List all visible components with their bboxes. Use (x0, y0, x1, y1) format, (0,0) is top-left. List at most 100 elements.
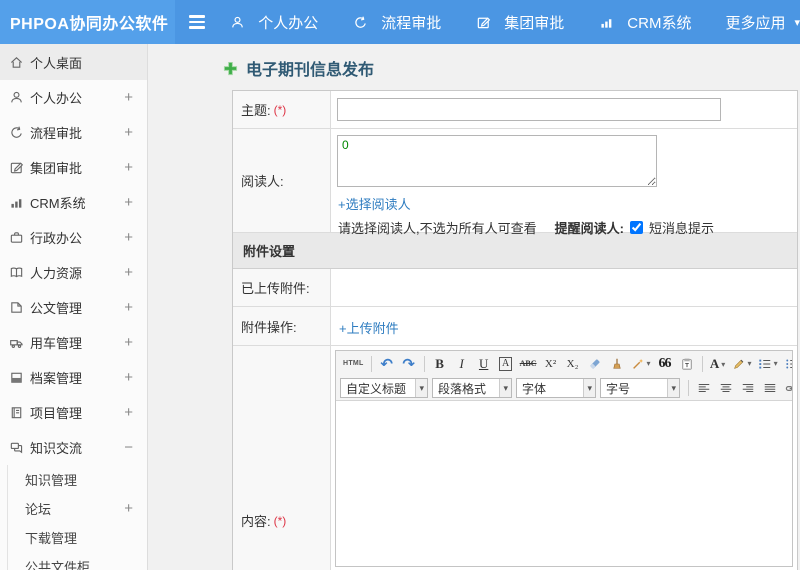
paste-text-button[interactable] (677, 354, 697, 374)
ordered-list-button[interactable]: ▾ (756, 354, 780, 374)
sidebar-item-group-approval[interactable]: 集团审批 + (0, 150, 147, 185)
font-color-button[interactable]: A ▾ (708, 354, 728, 374)
editor-body[interactable] (336, 401, 792, 566)
sms-remind-checkbox[interactable] (629, 221, 643, 234)
publish-form: 主题: (*) 阅读人: 0 +选择阅读人 请选择阅读人,不选为所有人可查看 提… (232, 90, 798, 570)
sidebar-item-archive-management[interactable]: 档案管理 + (0, 360, 147, 395)
collapse-toggle[interactable]: − (124, 439, 133, 456)
sidebar-item-personal-desktop[interactable]: 个人桌面 (0, 44, 147, 80)
expand-toggle[interactable]: + (124, 229, 133, 246)
sidebar-item-document-management[interactable]: 公文管理 + (0, 290, 147, 325)
align-left-icon (698, 383, 710, 393)
nav-label: 流程审批 (381, 14, 442, 32)
justify-button[interactable] (760, 378, 780, 398)
sidebar-subitem-forum[interactable]: 论坛 + (8, 494, 147, 523)
align-right-button[interactable] (738, 378, 758, 398)
sidebar-item-workflow-approval[interactable]: 流程审批 + (0, 115, 147, 150)
sidebar-item-vehicle-management[interactable]: 用车管理 + (0, 325, 147, 360)
subject-input[interactable] (337, 98, 721, 121)
sidebar-item-personal-office[interactable]: 个人办公 + (0, 80, 147, 115)
readers-textarea[interactable]: 0 (337, 135, 657, 187)
nav-personal-office[interactable]: 个人办公 (229, 12, 318, 33)
align-center-button[interactable] (716, 378, 736, 398)
nav-more-apps[interactable]: 更多应用 ▾ (725, 12, 800, 33)
eraser-icon (589, 358, 600, 369)
sidebar-item-knowledge-exchange[interactable]: 知识交流 − (0, 430, 147, 465)
sidebar-item-label: 集团审批 (30, 161, 83, 176)
sidebar-subitem-label: 知识管理 (25, 473, 78, 488)
highlight-color-button[interactable]: ▾ (730, 354, 754, 374)
align-center-icon (720, 383, 732, 393)
app-logo: PHPOA协同办公软件 (0, 0, 175, 44)
caret-down-icon: ▾ (583, 379, 595, 397)
heading-select[interactable]: 自定义标题 ▾ (340, 378, 428, 398)
sidebar-subitem-label: 公共文件柜 (25, 560, 91, 570)
remove-format-button[interactable] (585, 354, 605, 374)
font-color-a: A (709, 355, 720, 371)
sidebar-item-label: 个人办公 (30, 91, 83, 106)
sms-remind-label: 短消息提示 (648, 221, 714, 236)
font-size-select[interactable]: 字号 ▾ (600, 378, 680, 398)
expand-toggle[interactable]: + (124, 299, 133, 316)
upload-attachment-link[interactable]: +上传附件 (339, 318, 399, 337)
expand-toggle[interactable]: + (124, 194, 133, 211)
person-icon (229, 14, 245, 30)
expand-toggle[interactable]: + (124, 500, 133, 517)
caret-down-icon: ▾ (773, 359, 778, 368)
person-icon (8, 90, 24, 106)
bar-chart-icon (598, 14, 614, 30)
form-row-subject: 主题: (*) (233, 91, 797, 129)
format-brush-button[interactable] (607, 354, 627, 374)
caret-down-icon: ▾ (646, 359, 651, 368)
caret-down-icon: ▾ (499, 379, 511, 397)
unordered-list-button[interactable] (782, 354, 792, 374)
expand-toggle[interactable]: + (124, 124, 133, 141)
nav-group-approval[interactable]: 集团审批 (475, 12, 564, 33)
expand-toggle[interactable]: + (124, 89, 133, 106)
italic-button[interactable]: I (452, 354, 472, 374)
strikethrough-button[interactable]: ABC (518, 354, 539, 374)
link-button[interactable] (782, 378, 792, 398)
undo-button[interactable]: ↶ (377, 354, 397, 374)
font-family-select[interactable]: 字体 ▾ (516, 378, 596, 398)
label-text: 附件操作: (241, 319, 297, 335)
expand-toggle[interactable]: + (124, 404, 133, 421)
subscript-button[interactable]: X₂ (563, 354, 583, 374)
menu-icon[interactable] (188, 12, 206, 32)
char-border-button[interactable]: A (496, 354, 516, 374)
required-mark: (*) (273, 513, 287, 528)
superscript-button[interactable]: X² (541, 354, 561, 374)
paragraph-format-select[interactable]: 段落格式 ▾ (432, 378, 512, 398)
sidebar-subitem-download-management[interactable]: 下载管理 (8, 523, 147, 552)
nav-crm-system[interactable]: CRM系统 (598, 12, 691, 33)
underline-button[interactable]: U (474, 354, 494, 374)
page-title-text: 电子期刊信息发布 (246, 62, 375, 79)
sidebar-item-admin-office[interactable]: 行政办公 + (0, 220, 147, 255)
bold-button[interactable]: B (430, 354, 450, 374)
readers-hint-line: 请选择阅读人,不选为所有人可查看 提醒阅读人: 短消息提示 (338, 218, 797, 237)
section-title: 附件设置 (243, 244, 296, 259)
redo-button[interactable]: ↷ (399, 354, 419, 374)
sidebar-item-human-resources[interactable]: 人力资源 + (0, 255, 147, 290)
align-left-button[interactable] (694, 378, 714, 398)
nav-workflow-approval[interactable]: 流程审批 (352, 12, 441, 33)
autotypeset-button[interactable]: ▾ (629, 354, 653, 374)
select-readers-link[interactable]: +选择阅读人 (338, 194, 411, 213)
sidebar-subitem-label: 下载管理 (25, 531, 78, 546)
html-source-button[interactable]: HTML (341, 354, 366, 374)
sidebar-subitem-public-file-cabinet[interactable]: 公共文件柜 (8, 552, 147, 570)
attachment-section-header: 附件设置 (233, 233, 797, 269)
sidebar-item-project-management[interactable]: 项目管理 + (0, 395, 147, 430)
blockquote-button[interactable]: 66 (655, 354, 675, 374)
sidebar-item-label: 个人桌面 (30, 55, 83, 71)
expand-toggle[interactable]: + (124, 369, 133, 386)
expand-toggle[interactable]: + (124, 334, 133, 351)
sidebar-subitem-knowledge-management[interactable]: 知识管理 (8, 465, 147, 494)
caret-down-icon: ▾ (721, 359, 726, 369)
sidebar-item-crm-system[interactable]: CRM系统 + (0, 185, 147, 220)
expand-toggle[interactable]: + (124, 159, 133, 176)
form-row-uploaded: 已上传附件: (233, 269, 797, 307)
expand-toggle[interactable]: + (124, 264, 133, 281)
sidebar-item-label: 知识交流 (30, 441, 83, 456)
add-icon (222, 60, 238, 76)
